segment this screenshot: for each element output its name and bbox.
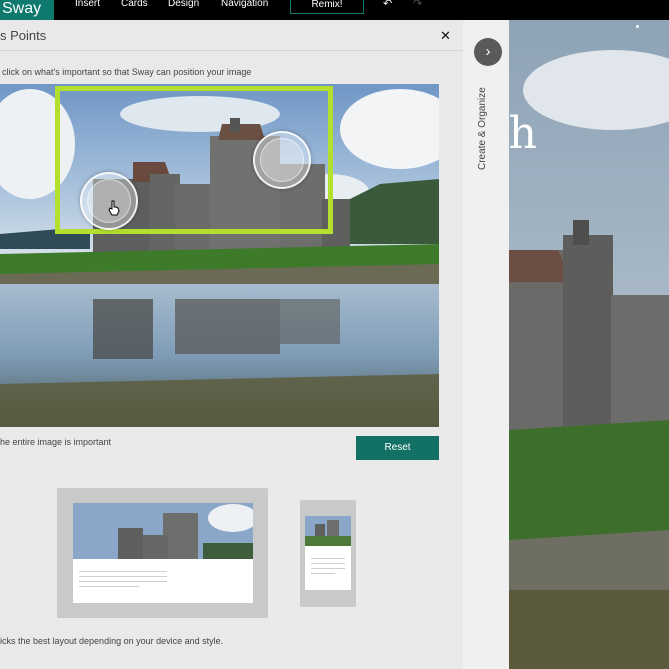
footer-text: icks the best layout depending on your d…	[0, 636, 224, 646]
chevron-right-icon[interactable]: ›	[474, 38, 502, 66]
close-icon[interactable]: ✕	[440, 28, 451, 44]
mobile-preview-image	[305, 516, 351, 546]
remix-button[interactable]: Remix!	[290, 0, 364, 14]
mobile-preview	[300, 500, 356, 607]
menu-cards[interactable]: Cards	[121, 0, 148, 9]
menu-design[interactable]: Design	[168, 0, 199, 9]
focus-image[interactable]	[0, 84, 439, 427]
divider	[0, 50, 463, 51]
create-organize-strip: › Create & Organize	[463, 20, 509, 669]
reset-button[interactable]: Reset	[356, 436, 439, 460]
create-organize-label[interactable]: Create & Organize	[477, 87, 488, 170]
menu-navigation[interactable]: Navigation	[221, 0, 268, 9]
focus-point-marker[interactable]	[253, 131, 311, 189]
undo-icon[interactable]: ↶	[383, 0, 392, 10]
desktop-preview	[57, 488, 268, 618]
panel-title: s Points	[0, 28, 47, 43]
redo-icon[interactable]: ↷	[413, 0, 422, 10]
hand-cursor-icon	[108, 200, 120, 216]
menu-insert[interactable]: Insert	[75, 0, 100, 9]
instructions-text: click on what's important so that Sway c…	[2, 67, 252, 77]
entire-image-label: he entire image is important	[0, 437, 112, 447]
desktop-preview-image	[73, 503, 253, 559]
focus-points-panel: s Points ✕ click on what's important so …	[0, 20, 463, 669]
dot-indicator	[636, 25, 639, 28]
sway-logo[interactable]: Sway	[0, 0, 54, 20]
top-bar: Sway Insert Cards Design Navigation Remi…	[0, 0, 669, 20]
